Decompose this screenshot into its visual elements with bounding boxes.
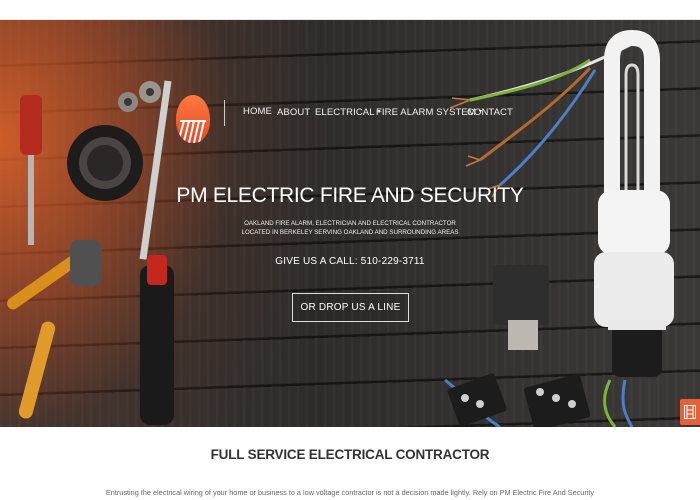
nav-item-label: HOME <box>243 106 272 117</box>
washers-graphic <box>118 81 161 112</box>
hero-call-text: GIVE US A CALL: 510-229-3711 <box>275 256 425 267</box>
hero-banner: HOME ABOUT ELECTRICAL ▾ FIRE ALARM SYSTEM… <box>0 20 700 427</box>
pm-electric-logo-icon[interactable] <box>176 95 210 143</box>
pliers-graphic <box>7 240 102 419</box>
nav-item-contact[interactable]: CONTACT <box>467 107 513 118</box>
nav-divider <box>224 100 225 126</box>
nav-item-electrical[interactable]: ELECTRICAL ▾ <box>315 107 381 118</box>
nav-item-label: CONTACT <box>467 107 513 118</box>
nav-item-about[interactable]: ABOUT <box>277 107 310 118</box>
browser-top-strip <box>0 0 700 20</box>
nav-item-label: ELECTRICAL <box>315 107 375 118</box>
nav-item-label: ABOUT <box>277 107 311 118</box>
hero-subtitle-line-1: OAKLAND FIRE ALARM, ELECTRICIAN AND ELEC… <box>244 220 456 227</box>
section-title: FULL SERVICE ELECTRICAL CONTRACTOR <box>210 447 490 462</box>
film-strip-icon <box>684 405 696 419</box>
section-intro-text: Entrusting the electrical wiring of your… <box>105 488 595 497</box>
hero-subtitle-line-2: LOCATED IN BERKELEY SERVING OAKLAND AND … <box>241 229 459 236</box>
nav-item-home[interactable]: HOME <box>243 106 272 117</box>
drop-us-a-line-button[interactable]: OR DROP US A LINE <box>292 293 409 322</box>
side-widget-button[interactable] <box>680 399 700 425</box>
terminal-blocks-graphic <box>447 265 591 427</box>
hero-title: PM ELECTRIC FIRE AND SECURITY <box>176 184 524 207</box>
nav-item-label: FIRE ALARM SYSTEM <box>376 107 476 118</box>
